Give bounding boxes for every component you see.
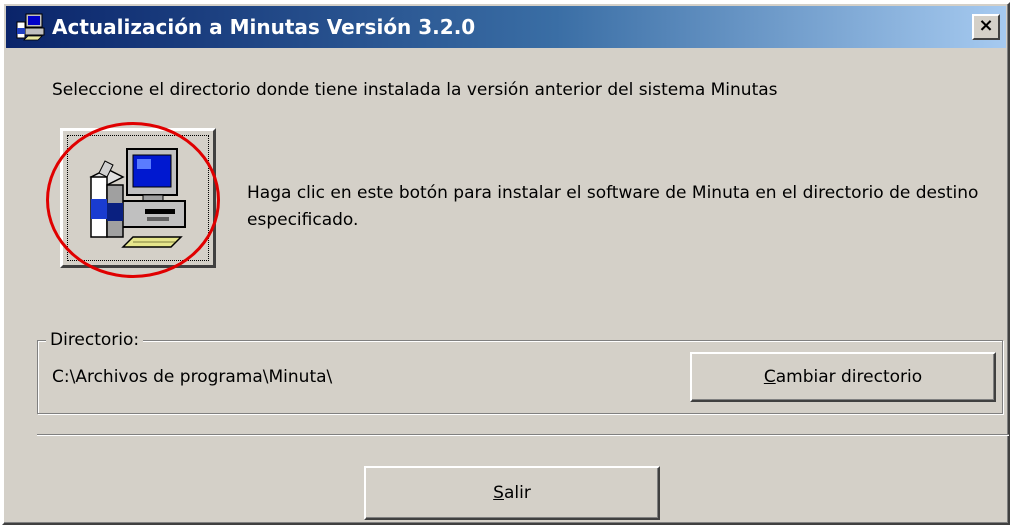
install-description: Haga clic en este botón para instalar el… (247, 183, 979, 230)
change-directory-label: ambiar directorio (775, 367, 923, 387)
change-directory-button[interactable]: Cambiar directorio (690, 352, 996, 402)
window-title: Actualización a Minutas Versión 3.2.0 (52, 15, 476, 39)
exit-label: alir (503, 483, 531, 503)
close-icon: × (978, 15, 994, 36)
setup-window: Actualización a Minutas Versión 3.2.0 × … (2, 2, 1010, 525)
exit-button[interactable]: Salir (364, 466, 660, 520)
change-directory-accel: C (763, 367, 776, 387)
close-button[interactable]: × (972, 14, 1000, 40)
separator-line (37, 434, 1009, 436)
directory-group: Directorio: C:\Archivos de programa\Minu… (37, 330, 1003, 414)
app-setup-icon (16, 13, 45, 41)
directory-path: C:\Archivos de programa\Minuta\ (52, 367, 333, 387)
instruction-text: Seleccione el directorio donde tiene ins… (52, 80, 778, 100)
install-button[interactable] (60, 128, 216, 268)
directory-legend: Directorio: (46, 330, 144, 350)
computer-install-icon (89, 148, 186, 248)
title-bar[interactable]: Actualización a Minutas Versión 3.2.0 × (6, 6, 1006, 48)
exit-accel: S (493, 483, 504, 503)
